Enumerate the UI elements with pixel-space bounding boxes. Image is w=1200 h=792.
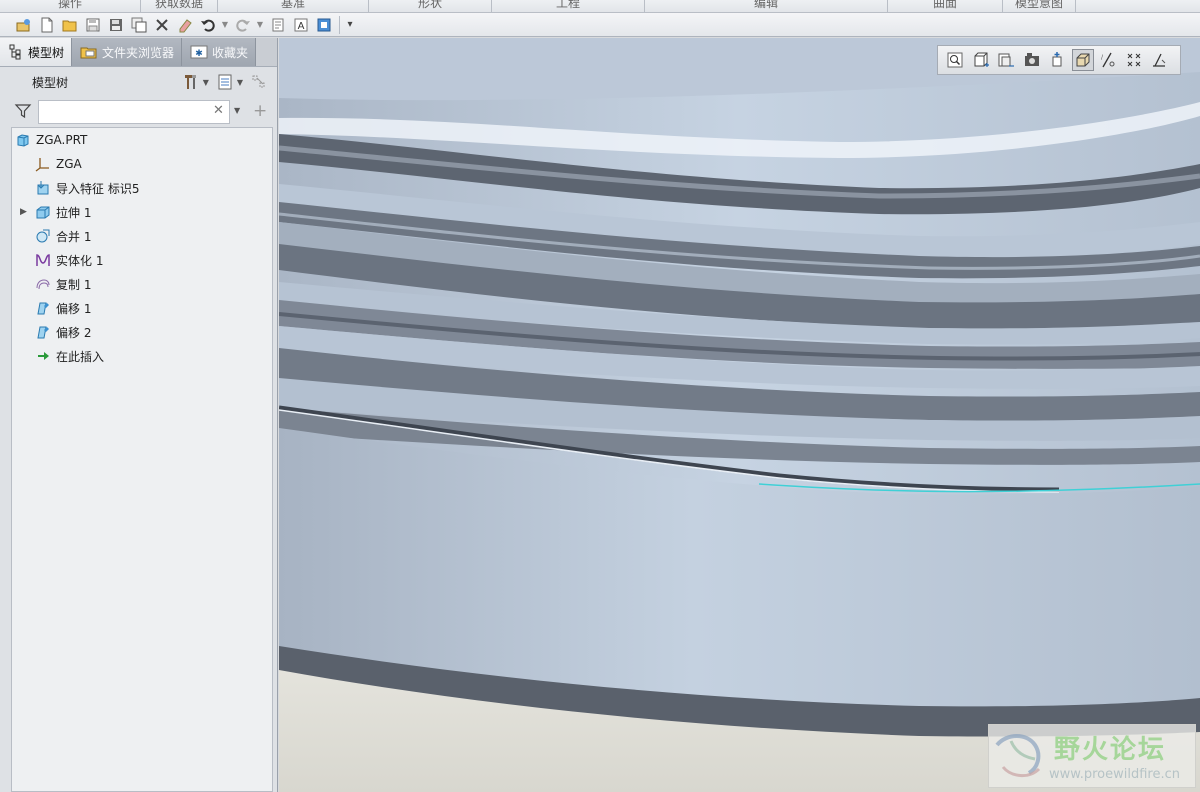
save-backup-icon[interactable] [129, 15, 148, 34]
text-style-icon[interactable]: A [291, 15, 310, 34]
tab-model-tree[interactable]: 模型树 [0, 38, 73, 66]
open-folder-icon[interactable] [60, 15, 79, 34]
redo-icon[interactable] [233, 15, 252, 34]
import-feature-icon [34, 179, 52, 197]
filter-tree-icon[interactable] [249, 72, 269, 92]
session-icon[interactable] [14, 15, 33, 34]
clear-search-icon[interactable]: ✕ [213, 103, 224, 118]
favorites-icon: ✱ [190, 44, 208, 60]
watermark-url: www.proewildfire.cn [1049, 767, 1180, 782]
add-filter-icon[interactable]: + [253, 101, 267, 121]
windows-icon[interactable] [314, 15, 333, 34]
ribbon-group-shapes[interactable]: 形状 [369, 0, 492, 12]
new-file-icon[interactable] [37, 15, 56, 34]
spin-center-icon[interactable] [1123, 49, 1145, 71]
ribbon-group-engineering[interactable]: 工程 [492, 0, 645, 12]
svg-text:✱: ✱ [195, 49, 203, 59]
merge-icon [34, 227, 52, 245]
tree-item-offset-2[interactable]: 偏移 2 [12, 320, 272, 344]
offset-icon [34, 299, 52, 317]
ribbon-group-surfaces[interactable]: 曲面 [888, 0, 1003, 12]
coordinate-system-icon [34, 155, 52, 173]
display-style-icon[interactable] [1071, 49, 1094, 71]
undo-icon[interactable] [198, 15, 217, 34]
toolbar-separator [339, 15, 340, 34]
filter-icon[interactable] [14, 102, 32, 123]
show-columns-dropdown-icon[interactable]: ▼ [237, 78, 243, 87]
ribbon-group-labels: 操作 获取数据 基准 形状 工程 编辑 曲面 模型意图 [0, 0, 1200, 13]
insert-here-icon [34, 347, 52, 365]
model-tree-icon [8, 44, 24, 60]
tree-item-offset-1[interactable]: 偏移 1 [12, 296, 272, 320]
model-tree-title: 模型树 [32, 75, 69, 90]
tab-favorites[interactable]: ✱ 收藏夹 [182, 38, 257, 66]
refit-icon[interactable] [944, 49, 966, 71]
offset-icon [34, 323, 52, 341]
tree-item-extrude[interactable]: ▶ 拉伸 1 [12, 200, 272, 224]
redo-dropdown-icon[interactable]: ▼ [256, 20, 264, 29]
erase-icon[interactable] [175, 15, 194, 34]
view-manager-icon[interactable] [1046, 49, 1068, 71]
annotation-display-icon[interactable] [1148, 49, 1170, 71]
tree-search-input[interactable] [38, 100, 230, 124]
save-as-icon[interactable] [106, 15, 125, 34]
model-render [279, 38, 1200, 792]
extrude-icon [34, 203, 52, 221]
forum-logo-icon [995, 734, 1041, 777]
model-tree: ZGA.PRT ZGA 导入特征 标识5 ▶ 拉伸 1 合并 1 实体化 1 复… [11, 127, 273, 792]
tree-item-solidify[interactable]: 实体化 1 [12, 248, 272, 272]
tree-search-row: ✕ ▼ + [0, 97, 277, 127]
ribbon-group-datum[interactable]: 基准 [218, 0, 369, 12]
tab-folder-browser[interactable]: 文件夹浏览器 [72, 38, 183, 66]
search-options-dropdown-icon[interactable]: ▼ [234, 106, 240, 115]
folder-browser-icon [80, 44, 98, 60]
ribbon-group-editing[interactable]: 编辑 [645, 0, 888, 12]
tree-item-merge[interactable]: 合并 1 [12, 224, 272, 248]
graphics-toolbar: / [937, 45, 1181, 75]
tree-settings-dropdown-icon[interactable]: ▼ [203, 78, 209, 87]
tree-item-insert-here[interactable]: 在此插入 [12, 344, 272, 368]
datum-display-icon[interactable]: / [1097, 49, 1119, 71]
expand-arrow-icon[interactable]: ▶ [20, 207, 27, 217]
navigator-tabs: 模型树 文件夹浏览器 ✱ 收藏夹 [0, 38, 277, 67]
ribbon-group-operations[interactable]: 操作 [0, 0, 141, 12]
zoom-in-icon[interactable] [970, 49, 992, 71]
tree-item-csys[interactable]: ZGA [12, 152, 272, 176]
solidify-icon [34, 251, 52, 269]
quick-access-toolbar: ▼ ▼ A ▾ [0, 13, 1200, 37]
undo-dropdown-icon[interactable]: ▼ [221, 20, 229, 29]
tree-settings-icon[interactable] [181, 72, 201, 92]
tree-item-copy[interactable]: 复制 1 [12, 272, 272, 296]
svg-text:/: / [1101, 54, 1104, 61]
regenerate-icon[interactable] [268, 15, 287, 34]
forum-watermark: 野火论坛 www.proewildfire.cn [988, 724, 1196, 788]
zoom-out-icon[interactable] [995, 49, 1017, 71]
ribbon-group-model-intent[interactable]: 模型意图 [1003, 0, 1076, 12]
graphics-viewport[interactable]: / 野火论坛 www.proewildfire.cn [279, 38, 1200, 792]
copy-icon [34, 275, 52, 293]
customize-toolbar-icon[interactable]: ▾ [346, 19, 354, 30]
part-icon [14, 131, 32, 149]
model-tree-tools: ▼ ▼ [181, 72, 269, 92]
saved-views-icon[interactable] [1021, 49, 1043, 71]
ribbon-group-get-data[interactable]: 获取数据 [141, 0, 218, 12]
tree-item-part[interactable]: ZGA.PRT [12, 128, 272, 152]
watermark-title: 野火论坛 [1054, 735, 1167, 765]
show-columns-icon[interactable] [215, 72, 235, 92]
navigator-panel: 模型树 文件夹浏览器 ✱ 收藏夹 模型树 ▼ ▼ ✕ ▼ + ZGA.PRT Z… [0, 38, 278, 792]
svg-text:A: A [297, 21, 304, 32]
close-window-icon[interactable] [152, 15, 171, 34]
model-tree-header: 模型树 ▼ ▼ [0, 67, 277, 97]
save-icon[interactable] [83, 15, 102, 34]
tree-item-import-feature[interactable]: 导入特征 标识5 [12, 176, 272, 200]
